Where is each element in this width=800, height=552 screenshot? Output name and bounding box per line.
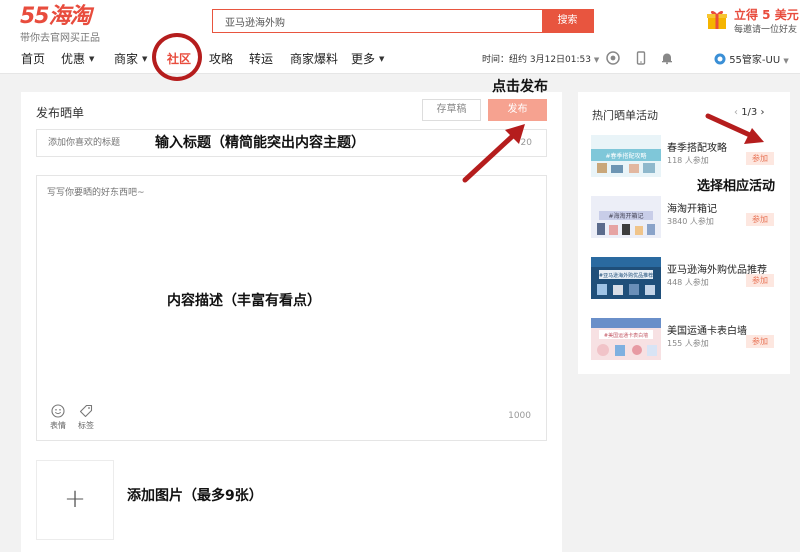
- annotation-click-publish: 点击发布: [492, 79, 548, 95]
- nav-label: 商家: [114, 52, 139, 66]
- content-char-count: 1000: [508, 411, 531, 421]
- arrow-to-publish-icon: [462, 124, 525, 183]
- activity-participants: 3840 人参加: [667, 217, 714, 226]
- annotation-circle: [152, 33, 202, 81]
- activity-name: 美国运通卡表白墙: [667, 326, 747, 337]
- activity-item[interactable]: #美国运通卡表白墙 美国运通卡表白墙 155 人参加 参加: [591, 318, 786, 362]
- promo-subtitle: 每邀请一位好友: [734, 25, 798, 35]
- site-logo[interactable]: 55海淘 带你去官网买正品: [20, 4, 100, 45]
- thumbnail-caption: #美国运通卡表白墙: [604, 332, 648, 339]
- annotation-select-activity: 选择相应活动: [697, 179, 776, 194]
- search-box: 搜索: [212, 9, 594, 33]
- caret-down-icon: ▼: [142, 55, 148, 63]
- time-text: 时间：纽约 3月12日01:53: [482, 55, 591, 65]
- panel-title: 热门晒单活动: [592, 109, 658, 122]
- main-nav: 首页 优惠 ▼ 商家 ▼ 社区 攻略 转运 商家爆料 更多 ▼ 时间：纽约 3月12日…: [0, 42, 800, 74]
- publish-button[interactable]: 发布: [488, 99, 547, 121]
- nav-item-merchants[interactable]: 商家 ▼: [114, 50, 147, 67]
- annotation-describe-content: 内容描述（丰富有看点）: [167, 293, 321, 309]
- nav-time[interactable]: 时间：纽约 3月12日01:53 ▼: [482, 52, 599, 65]
- nav-item-more[interactable]: 更多 ▼: [351, 50, 384, 67]
- plus-icon: +: [64, 484, 86, 514]
- thumbnail-caption: #海淘开箱记: [608, 212, 643, 220]
- add-image-button[interactable]: +: [36, 460, 114, 540]
- nav-label: 首页: [21, 52, 46, 66]
- nav-item-forwarding[interactable]: 转运: [249, 50, 273, 67]
- nav-item-home[interactable]: 首页: [21, 50, 45, 67]
- activity-item[interactable]: #海淘开箱记 海淘开箱记 3840 人参加 参加: [591, 196, 786, 240]
- thumbnail-caption: #春季搭配攻略: [605, 152, 646, 160]
- activity-thumbnail: #亚马逊海外购优品推荐: [591, 257, 661, 299]
- nav-label: 商家爆料: [290, 52, 339, 66]
- tag-tool-label: 标签: [78, 421, 94, 430]
- user-avatar-icon: [714, 53, 726, 65]
- activity-thumbnail: #海淘开箱记: [591, 196, 661, 238]
- nav-label: 转运: [249, 52, 274, 66]
- nav-item-merchant-tips[interactable]: 商家爆料: [290, 50, 338, 67]
- activity-participants: 118 人参加: [667, 156, 709, 165]
- nav-label: 更多: [351, 52, 376, 66]
- join-button[interactable]: 参加: [746, 152, 774, 165]
- search-input[interactable]: [213, 10, 543, 32]
- activity-thumbnail: #春季搭配攻略: [591, 135, 661, 177]
- caret-down-icon: ▼: [89, 55, 95, 63]
- top-bar: 55海淘 带你去官网买正品 搜索 立得 5 美元 每邀请一位好友: [0, 0, 800, 45]
- activity-name: 海淘开箱记: [667, 204, 717, 215]
- caret-down-icon: ▼: [593, 56, 600, 64]
- chrome-icon[interactable]: [606, 51, 620, 65]
- activity-item[interactable]: #亚马逊海外购优品推荐 亚马逊海外购优品推荐 448 人参加 参加: [591, 257, 786, 301]
- nav-label: 攻略: [209, 52, 234, 66]
- search-button[interactable]: 搜索: [542, 10, 593, 32]
- join-button[interactable]: 参加: [746, 274, 774, 287]
- user-menu[interactable]: 55管家-UU ▼: [714, 51, 789, 66]
- tag-icon: [79, 404, 93, 418]
- logo-text: 55海淘: [20, 4, 92, 29]
- editor-title: 发布晒单: [36, 106, 85, 120]
- content-input[interactable]: [47, 185, 537, 385]
- nav-item-guides[interactable]: 攻略: [209, 50, 233, 67]
- mobile-icon[interactable]: [634, 51, 648, 65]
- save-draft-button[interactable]: 存草稿: [422, 99, 481, 121]
- nav-item-deals[interactable]: 优惠 ▼: [61, 50, 94, 67]
- arrow-to-activity-icon: [705, 113, 764, 144]
- user-name: 55管家-UU: [729, 55, 781, 66]
- caret-down-icon: ▼: [783, 57, 789, 65]
- bell-icon[interactable]: [660, 51, 674, 65]
- tag-tool[interactable]: 标签: [74, 404, 98, 431]
- activity-participants: 155 人参加: [667, 339, 709, 348]
- join-button[interactable]: 参加: [746, 213, 774, 226]
- thumbnail-caption: #亚马逊海外购优品推荐: [599, 272, 653, 279]
- gift-icon: [707, 10, 727, 29]
- annotation-enter-title: 输入标题（精简能突出内容主题）: [155, 135, 365, 151]
- emoji-tool-label: 表情: [50, 421, 66, 430]
- promo-title: 立得 5 美元: [734, 8, 799, 22]
- smiley-icon: [51, 404, 65, 418]
- activity-participants: 448 人参加: [667, 278, 709, 287]
- invite-promo[interactable]: 立得 5 美元 每邀请一位好友: [706, 6, 799, 36]
- activity-thumbnail: #美国运通卡表白墙: [591, 318, 661, 360]
- caret-down-icon: ▼: [379, 55, 385, 63]
- join-button[interactable]: 参加: [746, 335, 774, 348]
- nav-label: 优惠: [61, 52, 86, 66]
- annotation-add-images: 添加图片（最多9张）: [127, 488, 263, 504]
- emoji-tool[interactable]: 表情: [46, 404, 70, 431]
